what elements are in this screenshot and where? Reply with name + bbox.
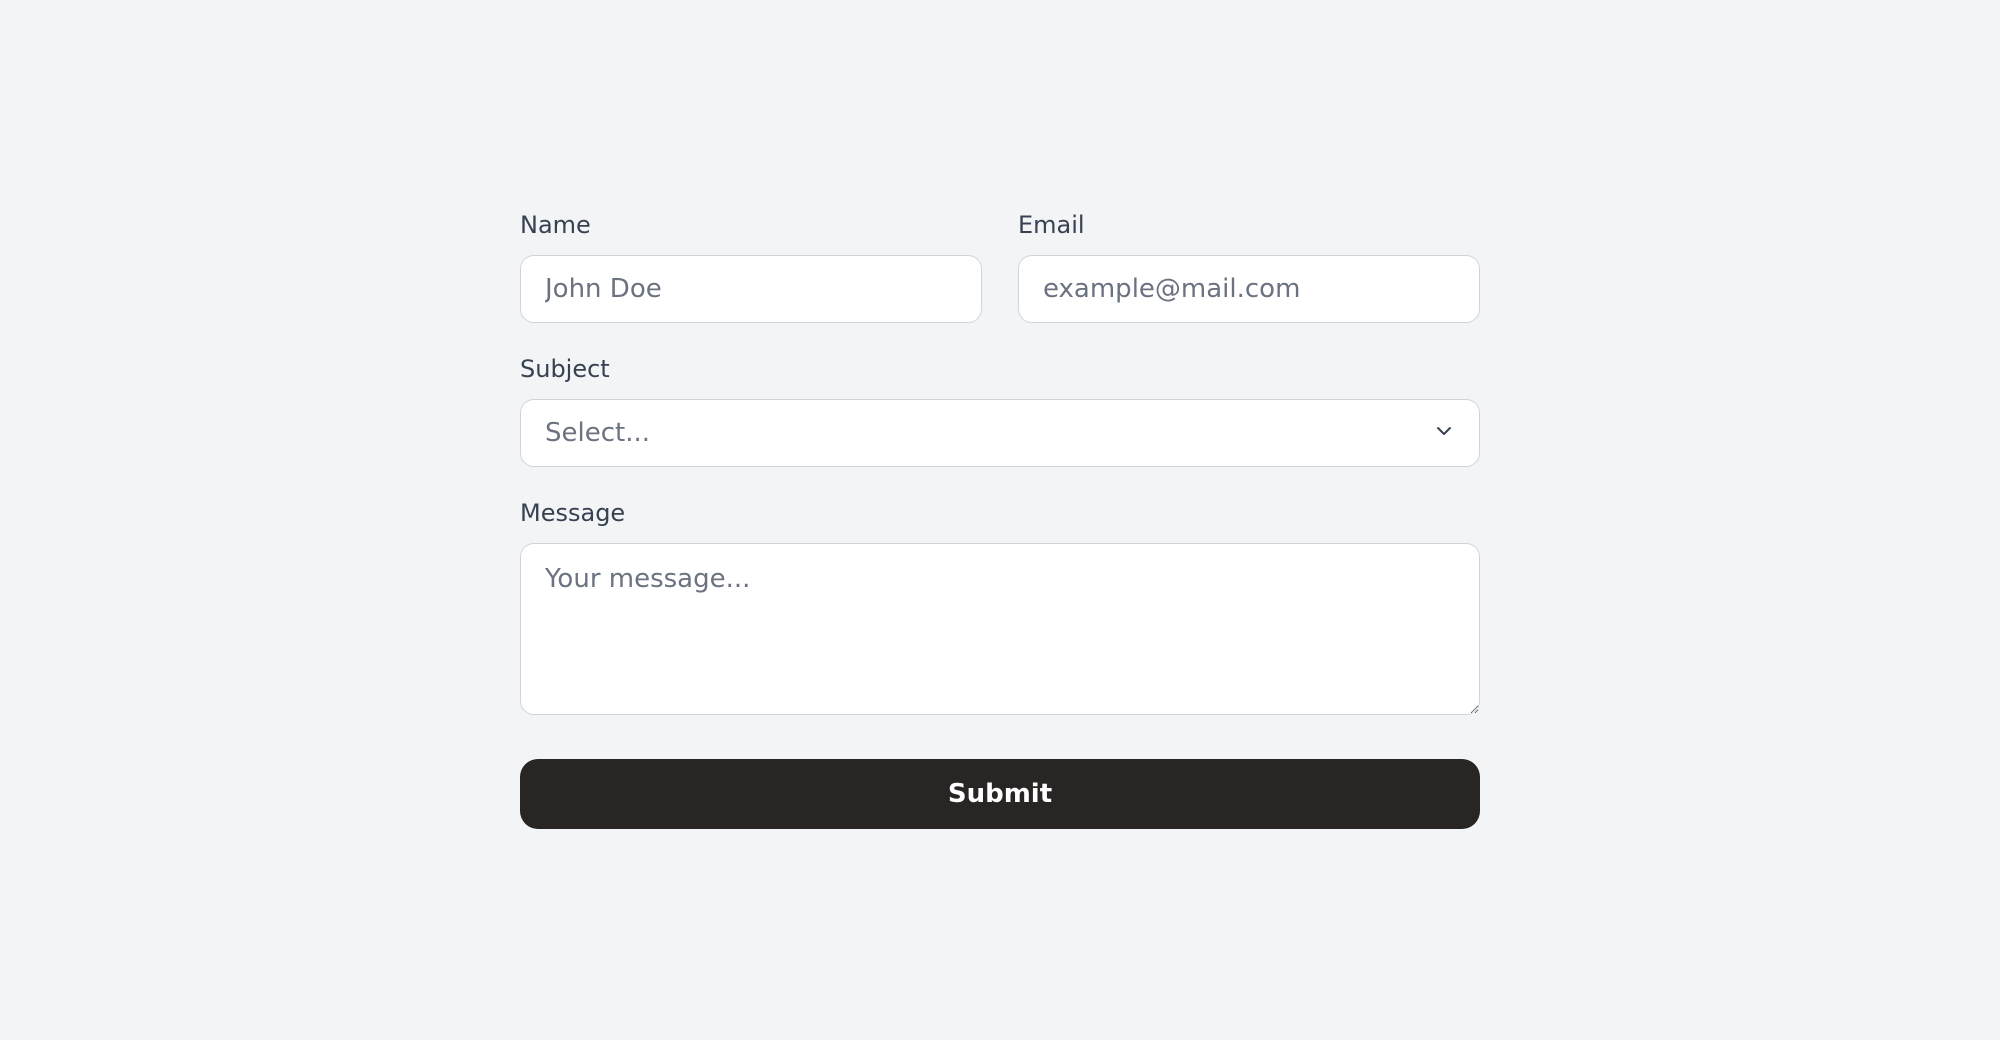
subject-select[interactable]: Select... (520, 399, 1480, 467)
email-field-group: Email (1018, 211, 1480, 323)
contact-form: Name Email Subject Select... (520, 211, 1480, 829)
name-field-group: Name (520, 211, 982, 323)
message-label: Message (520, 499, 1480, 527)
subject-selected-value: Select... (545, 418, 650, 448)
subject-field-group: Subject Select... (520, 355, 1480, 467)
name-input[interactable] (520, 255, 982, 323)
name-label: Name (520, 211, 982, 239)
email-input[interactable] (1018, 255, 1480, 323)
submit-button[interactable]: Submit (520, 759, 1480, 829)
message-field-group: Message (520, 499, 1480, 715)
email-label: Email (1018, 211, 1480, 239)
subject-label: Subject (520, 355, 1480, 383)
message-textarea[interactable] (520, 543, 1480, 715)
